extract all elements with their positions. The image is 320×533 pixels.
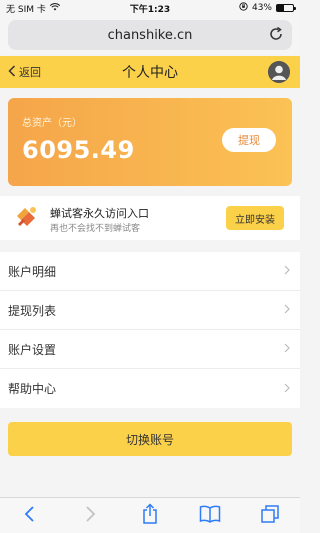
tabs-icon bbox=[260, 504, 280, 528]
withdraw-button[interactable]: 提现 bbox=[222, 128, 276, 152]
back-button[interactable]: 返回 bbox=[8, 56, 41, 88]
orientation-lock-icon bbox=[239, 2, 248, 14]
menu-item-help-center[interactable]: 帮助中心 bbox=[0, 369, 300, 408]
asset-card: 总资产（元） 6095.49 提现 bbox=[8, 98, 292, 186]
book-icon bbox=[199, 505, 221, 527]
reload-icon[interactable] bbox=[268, 26, 284, 42]
avatar[interactable] bbox=[268, 61, 290, 83]
status-bar: 无 SIM 卡 下午1:23 43% bbox=[0, 0, 300, 16]
menu-item-withdraw-list[interactable]: 提现列表 bbox=[0, 291, 300, 330]
promo-title: 蝉试客永久访问入口 bbox=[50, 207, 149, 220]
browser-url-area: chanshike.cn bbox=[0, 16, 300, 54]
promo-banner: 蝉试客永久访问入口 再也不会找不到蝉试客 立即安装 bbox=[0, 196, 300, 240]
page-title: 个人中心 bbox=[122, 65, 178, 81]
chevron-right-icon bbox=[284, 303, 290, 317]
chevron-right-icon bbox=[284, 342, 290, 356]
url-bar[interactable]: chanshike.cn bbox=[8, 20, 292, 50]
promo-app-icon bbox=[14, 204, 40, 230]
chevron-right-icon bbox=[84, 505, 96, 527]
switch-account-button[interactable]: 切换账号 bbox=[8, 422, 292, 456]
chevron-right-icon bbox=[284, 264, 290, 278]
install-button[interactable]: 立即安装 bbox=[226, 206, 284, 230]
share-button[interactable] bbox=[135, 501, 165, 531]
promo-subtitle: 再也不会找不到蝉试客 bbox=[50, 224, 141, 234]
share-icon bbox=[141, 502, 159, 529]
menu-item-label: 提现列表 bbox=[8, 303, 57, 318]
status-left: 无 SIM 卡 bbox=[6, 2, 60, 15]
chevron-left-icon bbox=[8, 64, 16, 80]
battery-percent: 43% bbox=[251, 3, 272, 13]
status-right: 43% bbox=[239, 2, 296, 14]
back-label: 返回 bbox=[19, 66, 41, 79]
menu-item-label: 帮助中心 bbox=[8, 382, 57, 396]
menu-item-account-settings[interactable]: 账户设置 bbox=[0, 330, 300, 369]
battery-fill bbox=[277, 5, 284, 11]
menu-item-label: 账户设置 bbox=[8, 342, 57, 357]
bookmarks-button[interactable] bbox=[195, 501, 225, 531]
total-assets-value: 6095.49 bbox=[22, 136, 135, 164]
account-menu: 账户明细 提现列表 账户设置 帮助中心 bbox=[0, 252, 300, 408]
back-nav-button[interactable] bbox=[15, 501, 45, 531]
menu-item-account-details[interactable]: 账户明细 bbox=[0, 252, 300, 291]
tabs-button[interactable] bbox=[255, 501, 285, 531]
total-assets-label: 总资产（元） bbox=[22, 118, 82, 129]
menu-item-label: 账户明细 bbox=[8, 264, 57, 279]
forward-nav-button[interactable] bbox=[75, 501, 105, 531]
browser-toolbar bbox=[0, 497, 300, 533]
chevron-left-icon bbox=[24, 505, 36, 527]
chevron-right-icon bbox=[284, 382, 290, 396]
battery-icon bbox=[276, 4, 296, 12]
carrier-label: 无 SIM 卡 bbox=[6, 4, 46, 15]
page-header: 返回 个人中心 bbox=[0, 56, 300, 88]
wifi-icon bbox=[49, 2, 60, 14]
url-text: chanshike.cn bbox=[107, 27, 193, 43]
